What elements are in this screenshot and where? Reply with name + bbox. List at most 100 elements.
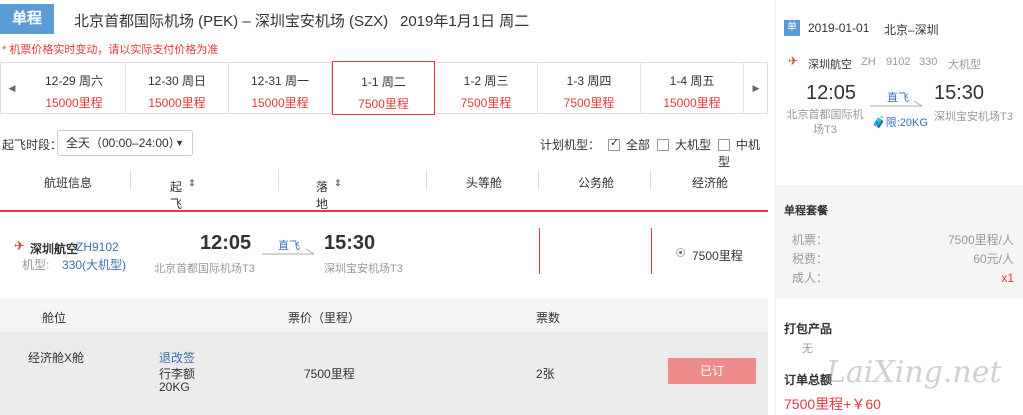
divider xyxy=(650,170,651,190)
date-tab[interactable]: 1-2 周三 7500里程 xyxy=(435,63,538,113)
summary-size: 大机型 xyxy=(948,59,981,71)
summary-depart-airport: 北京首都国际机场T3 xyxy=(786,109,864,136)
date-tab-label: 12-31 周一 xyxy=(250,74,310,88)
luggage-icon: 🧳 xyxy=(872,117,886,129)
order-summary-panel: 单 2019-01-01 北京–深圳 ✈ 深圳航空 ZH 9102 330 大机… xyxy=(775,0,1023,415)
divider xyxy=(130,170,131,190)
cabin-price: 7500里程 xyxy=(304,367,355,381)
aircraft-label: 机型: xyxy=(22,258,50,272)
arrive-airport: 深圳宝安机场T3 xyxy=(324,263,403,275)
divider xyxy=(538,170,539,190)
next-dates-button[interactable]: ▶ xyxy=(745,63,767,113)
bundle-section: 打包产品 无 xyxy=(776,306,1023,362)
date-tab-price: 15000里程 xyxy=(148,96,206,110)
baggage-limit: 限:20KG xyxy=(885,117,928,129)
date-tab-price: 7500里程 xyxy=(358,97,409,111)
cabin-table-header: 舱位 票价（里程） 票数 xyxy=(0,298,768,332)
summary-airline: 深圳航空 xyxy=(808,59,852,71)
col-business: 公务舱 xyxy=(578,176,615,190)
aircraft-filter-label: 计划机型： xyxy=(540,138,601,152)
search-header: 单程 北京首都国际机场 (PEK) – 深圳宝安机场 (SZX) 2019年1月… xyxy=(0,0,768,38)
date-tab[interactable]: 12-31 周一 15000里程 xyxy=(229,63,332,113)
date-tab-label: 1-3 周四 xyxy=(566,74,612,88)
price-col: 票价（里程） xyxy=(288,311,361,325)
total-value: 7500里程+￥60 xyxy=(784,396,881,412)
caret-down-icon: ▼ xyxy=(175,138,184,148)
economy-price: 7500里程 xyxy=(692,249,743,263)
radio-dot-icon xyxy=(679,251,682,254)
airline-name: 深圳航空 xyxy=(30,242,79,256)
date-tab[interactable]: 12-30 周日 15000里程 xyxy=(126,63,229,113)
package-title: 单程套餐 xyxy=(784,205,828,217)
divider xyxy=(651,228,652,274)
booked-button[interactable]: 已订 xyxy=(668,358,756,384)
summary-route: 北京–深圳 xyxy=(884,23,939,37)
economy-radio[interactable] xyxy=(676,248,685,257)
date-tab-label: 1-4 周五 xyxy=(669,74,715,88)
date-tab-label: 12-29 周六 xyxy=(44,74,104,88)
divider xyxy=(426,170,427,190)
checkbox-checked-icon: ✓ xyxy=(608,136,620,151)
baggage-info: 🧳限:20KG xyxy=(872,114,928,130)
time-filter-select[interactable]: 全天（00:00–24:00） ▼ xyxy=(57,130,193,156)
flight-number: ZH9102 xyxy=(76,240,119,254)
time-filter-value: 全天（00:00–24:00） xyxy=(66,136,181,150)
checkbox-icon xyxy=(718,138,730,151)
date-tab-selected[interactable]: 1-1 周二 7500里程 xyxy=(332,61,435,115)
airline-logo-icon: ✈ xyxy=(788,54,799,68)
results-header: 航班信息 起飞时间⇕ 落地时间⇕ 头等舱 公务舱 经济舱 xyxy=(0,170,768,245)
ticket-value: 7500里程/人 xyxy=(947,233,1014,247)
adult-label: 成人： xyxy=(792,271,829,285)
divider xyxy=(278,170,279,190)
trip-type-badge: 单程 xyxy=(0,4,54,34)
aircraft-option-large[interactable]: 大机型 xyxy=(657,136,711,153)
date-tab-price: 7500里程 xyxy=(460,96,512,110)
cabin-class: 经济舱X舱 xyxy=(28,351,85,365)
total-title: 订单总额 xyxy=(784,373,833,387)
travel-date: 2019年1月1日 周二 xyxy=(400,13,530,30)
package-section: 单程套餐 机票： 7500里程/人 税费： 60元/人 成人： x1 xyxy=(776,185,1023,299)
route-arrow-icon xyxy=(262,248,315,255)
route-title: 北京首都国际机场 (PEK) – 深圳宝安机场 (SZX) xyxy=(74,13,389,30)
route-arrow-icon xyxy=(870,100,923,107)
prev-dates-button[interactable]: ◀ xyxy=(1,63,23,113)
depart-time: 12:05 xyxy=(200,232,252,254)
ticket-count: 2张 xyxy=(536,367,555,381)
col-economy: 经济舱 xyxy=(692,176,729,190)
bundle-value: 无 xyxy=(802,343,813,355)
refund-rules-link[interactable]: 退改签 xyxy=(159,349,195,366)
summary-arrive: 15:30 xyxy=(934,82,985,104)
date-tab[interactable]: 1-3 周四 7500里程 xyxy=(538,63,641,113)
date-tab-price: 15000里程 xyxy=(45,96,103,110)
baggage-value: 20KG xyxy=(159,380,190,394)
date-tab[interactable]: 1-4 周五 15000里程 xyxy=(641,63,744,113)
date-selector: ◀ 12-29 周六 15000里程 12-30 周日 15000里程 12-3… xyxy=(0,61,768,115)
option-label: 大机型 xyxy=(675,138,712,152)
bundle-title: 打包产品 xyxy=(784,322,833,336)
adult-count: x1 xyxy=(1001,271,1014,285)
chevron-right-icon: ▶ xyxy=(752,83,760,93)
aircraft-option-medium[interactable]: 中机型 xyxy=(718,136,768,170)
summary-date: 2019-01-01 xyxy=(808,21,870,35)
airline-logo-icon: ✈ xyxy=(14,238,25,253)
trip-badge: 单 xyxy=(784,20,800,36)
checkbox-icon xyxy=(657,138,669,151)
price-warning: * 机票价格实时变动，请以实际支付价格为准 xyxy=(2,44,219,56)
chevron-left-icon: ◀ xyxy=(8,83,16,93)
sort-icon: ⇕ xyxy=(188,178,196,188)
summary-depart: 12:05 xyxy=(806,82,857,104)
date-tab-label: 1-1 周二 xyxy=(361,75,406,89)
ticket-label: 机票： xyxy=(792,233,829,247)
flight-row[interactable]: ✈ 深圳航空 ZH9102 机型: 330(大机型) 12:05 北京首都国际机… xyxy=(0,210,768,294)
date-tab-price: 15000里程 xyxy=(251,96,309,110)
summary-code: ZH xyxy=(861,56,876,68)
tax-value: 60元/人 xyxy=(973,252,1014,266)
time-filter-label: 起飞时段： xyxy=(2,138,63,152)
option-label: 全部 xyxy=(626,138,651,152)
total-section: 订单总额 7500里程+￥60 xyxy=(776,362,1023,415)
aircraft-option-all[interactable]: ✓ 全部 xyxy=(608,136,650,153)
summary-arrive-airport: 深圳宝安机场T3 xyxy=(934,111,1013,123)
cabin-col: 舱位 xyxy=(42,311,67,325)
filter-bar: 起飞时段： 全天（00:00–24:00） ▼ 计划机型： ✓ 全部 大机型 中机… xyxy=(0,130,768,169)
date-tab[interactable]: 12-29 周六 15000里程 xyxy=(23,63,126,113)
